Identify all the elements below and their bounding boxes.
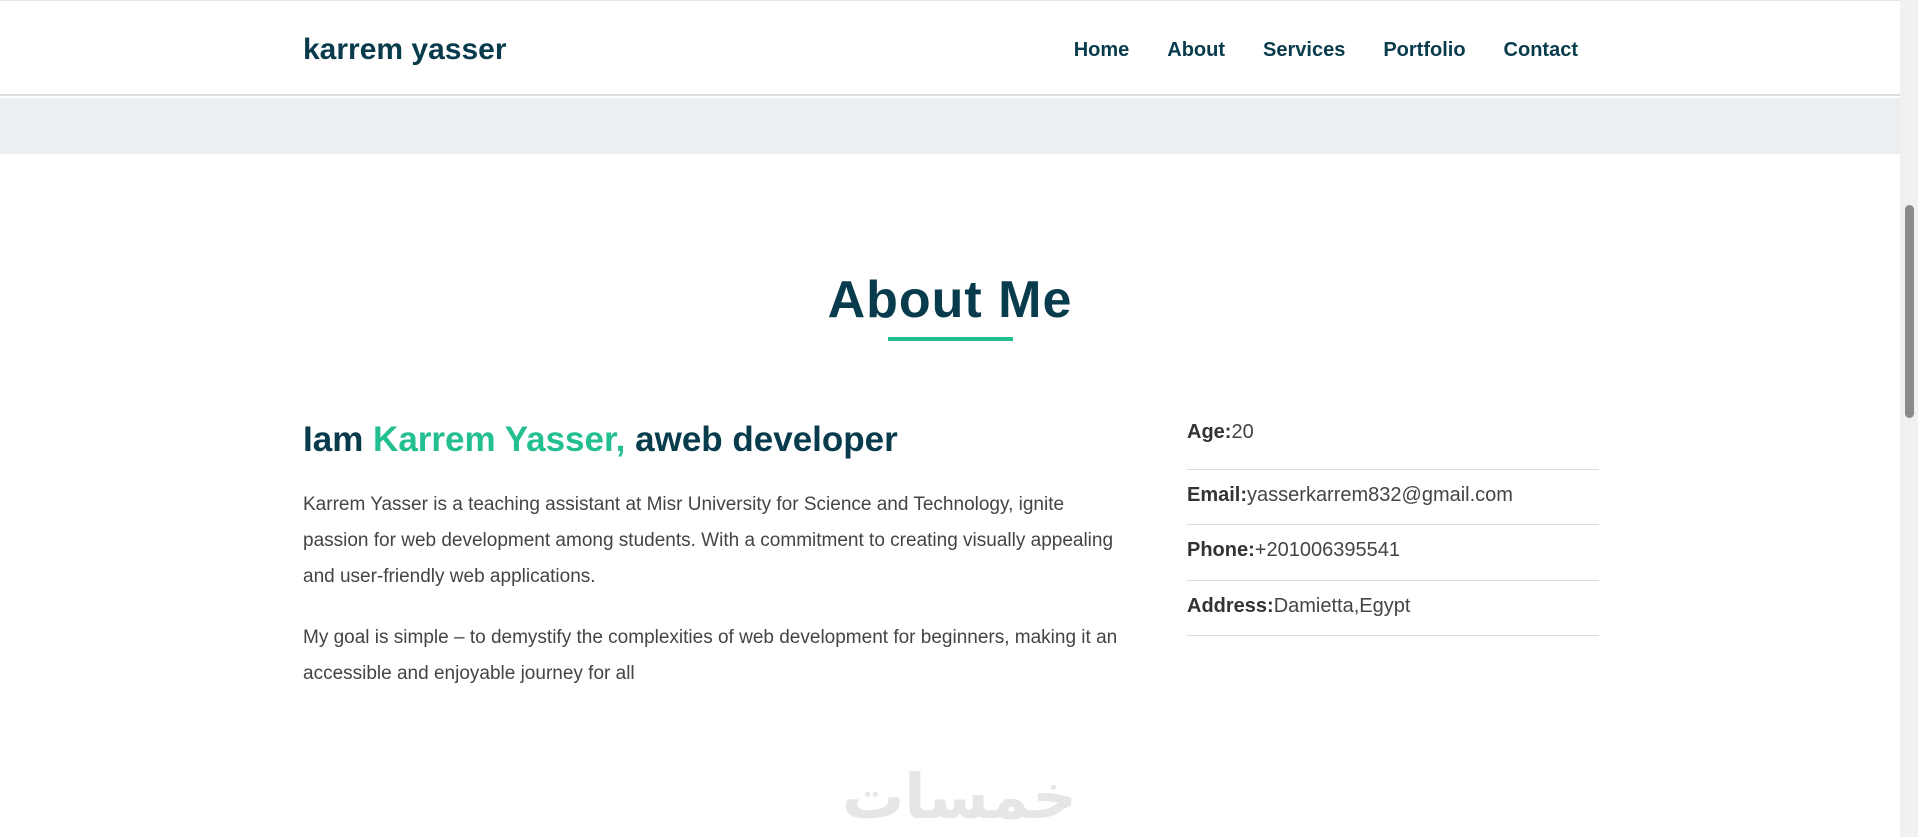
scrollbar-thumb[interactable] <box>1905 205 1914 418</box>
watermark-logo: خمسات <box>842 760 1077 833</box>
nav-link-about[interactable]: About <box>1167 39 1225 62</box>
intro-suffix: aweb developer <box>625 420 898 459</box>
info-item-email: Email:yasserkarrem832@gmail.com <box>1187 470 1599 525</box>
info-item-address: Address:Damietta,Egypt <box>1187 581 1599 636</box>
scrollbar[interactable] <box>1900 0 1918 837</box>
intro-name: Karrem Yasser, <box>373 420 626 459</box>
header-band <box>0 98 1900 154</box>
info-label: Phone: <box>1187 539 1255 561</box>
info-value: 20 <box>1231 421 1254 443</box>
nav-link-portfolio[interactable]: Portfolio <box>1383 39 1465 62</box>
nav-links: Home About Services Portfolio Contact <box>1074 39 1578 62</box>
nav-link-services[interactable]: Services <box>1263 39 1345 62</box>
info-value: Damietta,Egypt <box>1273 594 1411 617</box>
info-list: Age:20 Email:yasserkarrem832@gmail.com P… <box>1187 414 1599 636</box>
brand-logo[interactable]: karrem yasser <box>303 33 507 67</box>
info-label: Age: <box>1187 421 1232 443</box>
about-paragraph-1: Karrem Yasser is a teaching assistant at… <box>303 494 1114 587</box>
info-label: Email: <box>1187 483 1248 506</box>
info-value: yasserkarrem832@gmail.com <box>1247 483 1513 506</box>
nav-link-home[interactable]: Home <box>1074 39 1130 62</box>
title-underline <box>888 337 1013 341</box>
info-label: Address: <box>1187 594 1274 617</box>
section-title: About Me <box>827 271 1073 329</box>
navbar: karrem yasser Home About Services Portfo… <box>0 0 1900 96</box>
nav-link-contact[interactable]: Contact <box>1504 39 1578 62</box>
about-paragraph-2: My goal is simple – to demystify the com… <box>303 627 1118 684</box>
info-value: +201006395541 <box>1254 539 1400 561</box>
info-item-age: Age:20 <box>1187 414 1599 470</box>
info-item-phone: Phone:+201006395541 <box>1187 525 1599 581</box>
intro-prefix: Iam <box>303 420 374 459</box>
intro-heading: Iam Karrem Yasser, aweb developer <box>303 420 898 460</box>
